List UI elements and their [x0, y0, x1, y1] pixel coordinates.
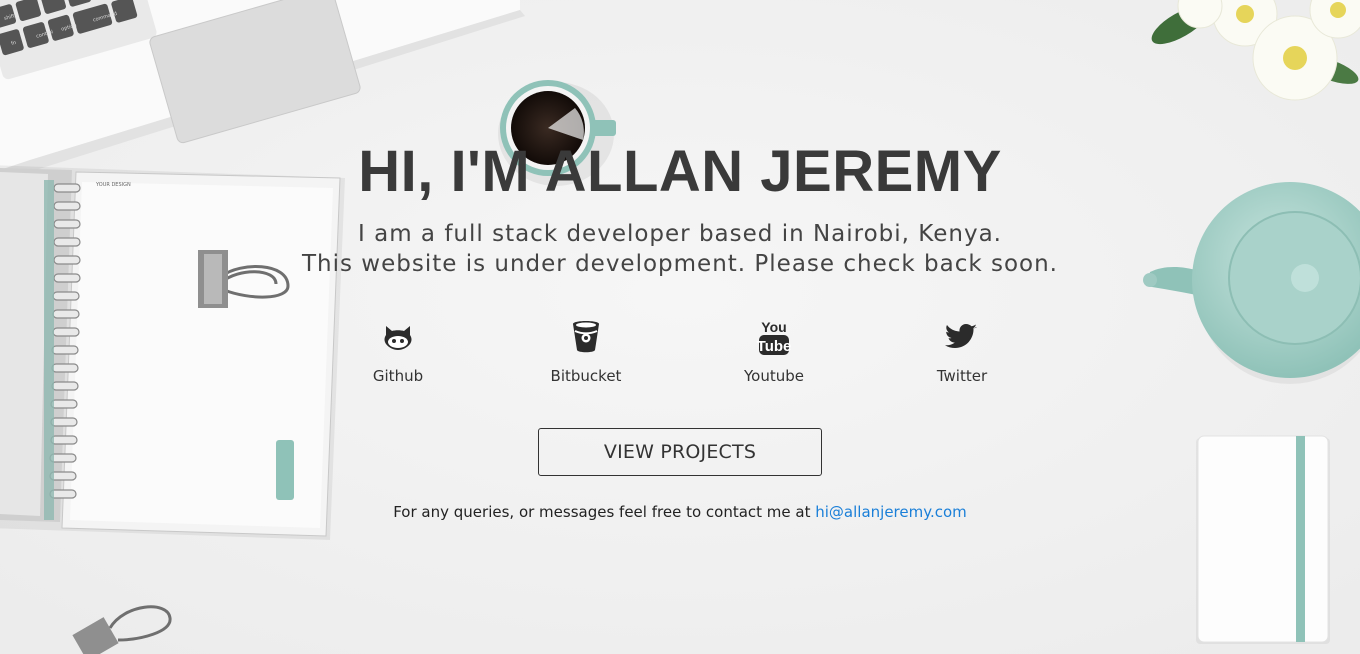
hero-section: HI, I'M ALLAN JEREMY I am a full stack d… — [0, 0, 1360, 654]
status-text: This website is under development. Pleas… — [301, 251, 1058, 277]
contact-text: For any queries, or messages feel free t… — [0, 503, 1360, 521]
bitbucket-icon — [526, 318, 646, 358]
page-title: HI, I'M ALLAN JEREMY — [358, 139, 1002, 204]
social-label-twitter: Twitter — [936, 367, 988, 385]
social-link-github[interactable]: Github — [338, 318, 458, 385]
social-link-youtube[interactable]: You Tube Youtube — [714, 318, 834, 385]
svg-text:Tube: Tube — [757, 338, 792, 355]
twitter-icon — [902, 318, 1022, 358]
contact-email-link[interactable]: hi@allanjeremy.com — [815, 503, 967, 521]
social-link-bitbucket[interactable]: Bitbucket — [526, 318, 646, 385]
social-label-youtube: Youtube — [744, 367, 804, 385]
social-label-github: Github — [372, 367, 424, 385]
social-link-twitter[interactable]: Twitter — [902, 318, 1022, 385]
view-projects-button[interactable]: VIEW PROJECTS — [538, 428, 822, 476]
svg-text:You: You — [761, 319, 786, 335]
contact-message: For any queries, or messages feel free t… — [393, 503, 816, 521]
youtube-icon: You Tube — [714, 318, 834, 358]
social-label-bitbucket: Bitbucket — [550, 367, 622, 385]
intro-text: I am a full stack developer based in Nai… — [358, 221, 1002, 247]
github-icon — [338, 318, 458, 358]
